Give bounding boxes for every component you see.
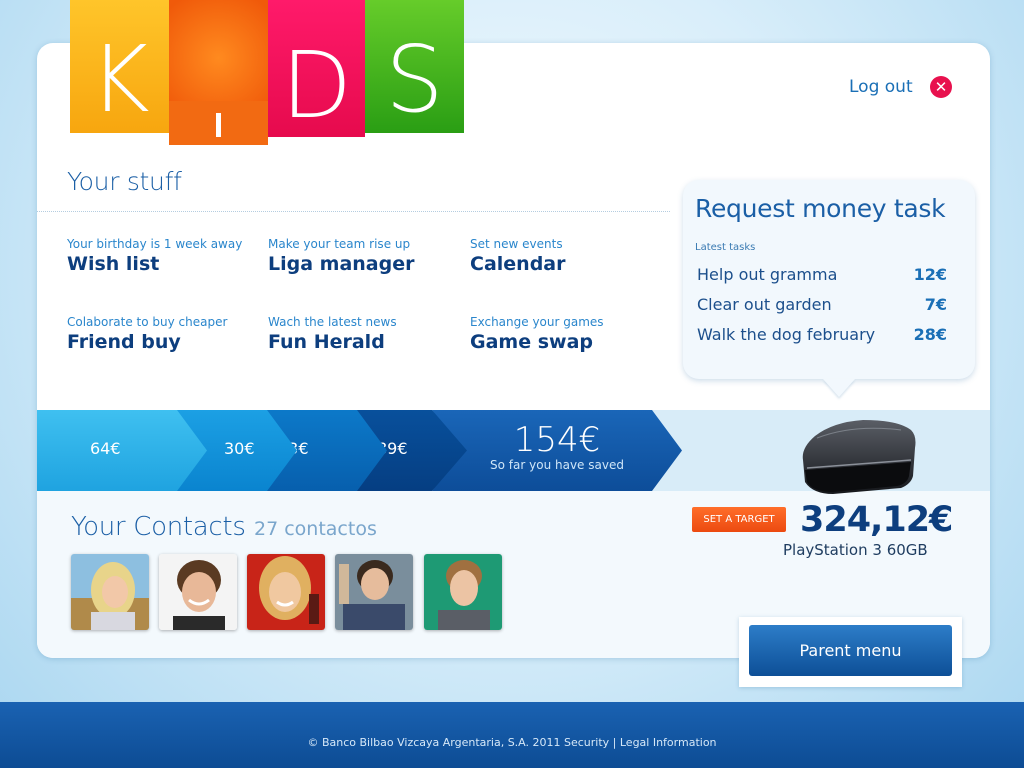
app-calendar[interactable]: Set new events Calendar [470, 237, 565, 275]
logo-letter: D [281, 32, 352, 139]
target-product-name: PlayStation 3 60GB [783, 541, 928, 559]
task-amount: 7€ [924, 295, 947, 314]
app-subtitle: Wach the latest news [268, 315, 397, 329]
savings-total-label: So far you have saved [490, 458, 624, 472]
latest-tasks-label: Latest tasks [695, 242, 756, 253]
app-wish-list[interactable]: Your birthday is 1 week away Wish list [67, 237, 242, 275]
request-money-task-card: Request money task Latest tasks Help out… [683, 180, 975, 379]
contacts-count: 27 contactos [254, 518, 377, 540]
footer-text: © Banco Bilbao Vizcaya Argentaria, S.A. … [307, 736, 717, 749]
task-item[interactable]: Clear out garden 7€ [697, 295, 947, 317]
savings-step-value: 30€ [224, 439, 255, 458]
savings-total-chevron: 154€ So far you have saved [432, 410, 682, 491]
logo-tile-d: D [268, 0, 365, 137]
section-divider [37, 211, 670, 212]
logo-letter: K [89, 26, 150, 133]
logo-letter-i [216, 113, 221, 137]
task-item[interactable]: Help out gramma 12€ [697, 265, 947, 287]
logout-link[interactable]: Log out [849, 77, 913, 97]
parent-menu-button[interactable]: Parent menu [749, 625, 952, 676]
savings-step: 64€ [37, 410, 207, 491]
task-name: Clear out garden [697, 295, 832, 314]
savings-step-value: 64€ [90, 439, 121, 458]
app-subtitle: Your birthday is 1 week away [67, 237, 243, 251]
task-item[interactable]: Walk the dog february 28€ [697, 325, 947, 347]
app-title: Liga manager [268, 253, 415, 275]
request-title: Request money task [695, 194, 946, 223]
task-amount: 12€ [913, 265, 947, 284]
target-price: 324,12€ [800, 500, 953, 540]
contacts-heading: Your Contacts [71, 512, 246, 542]
app-friend-buy[interactable]: Colaborate to buy cheaper Friend buy [67, 315, 227, 353]
logo-tile-s: S [365, 0, 464, 133]
logo-tile-k: K [70, 0, 169, 133]
avatar[interactable] [247, 554, 325, 630]
set-target-button[interactable]: SET A TARGET [692, 507, 786, 532]
logo-tile-i [169, 0, 268, 145]
avatar[interactable] [71, 554, 149, 630]
avatar[interactable] [335, 554, 413, 630]
app-game-swap[interactable]: Exchange your games Game swap [470, 315, 604, 353]
your-stuff-heading: Your stuff [67, 167, 182, 196]
savings-total: 154€ [513, 420, 601, 460]
kids-logo: K D S [70, 0, 470, 150]
app-title: Calendar [470, 253, 566, 275]
avatar[interactable] [424, 554, 502, 630]
logo-letter: S [385, 26, 444, 133]
footer: © Banco Bilbao Vizcaya Argentaria, S.A. … [0, 702, 1024, 768]
task-name: Help out gramma [697, 265, 838, 284]
app-liga-manager[interactable]: Make your team rise up Liga manager [268, 237, 414, 275]
app-title: Game swap [470, 331, 593, 353]
app-title: Fun Herald [268, 331, 385, 353]
app-subtitle: Set new events [470, 237, 563, 251]
close-icon[interactable]: ✕ [930, 76, 952, 98]
avatar[interactable] [159, 554, 237, 630]
app-subtitle: Make your team rise up [268, 237, 411, 251]
task-name: Walk the dog february [697, 325, 876, 344]
app-fun-herald[interactable]: Wach the latest news Fun Herald [268, 315, 397, 353]
playstation-console-icon [802, 420, 916, 494]
app-subtitle: Exchange your games [470, 315, 604, 329]
app-subtitle: Colaborate to buy cheaper [67, 315, 228, 329]
app-title: Wish list [67, 253, 160, 275]
task-amount: 28€ [913, 325, 947, 344]
app-title: Friend buy [67, 331, 181, 353]
